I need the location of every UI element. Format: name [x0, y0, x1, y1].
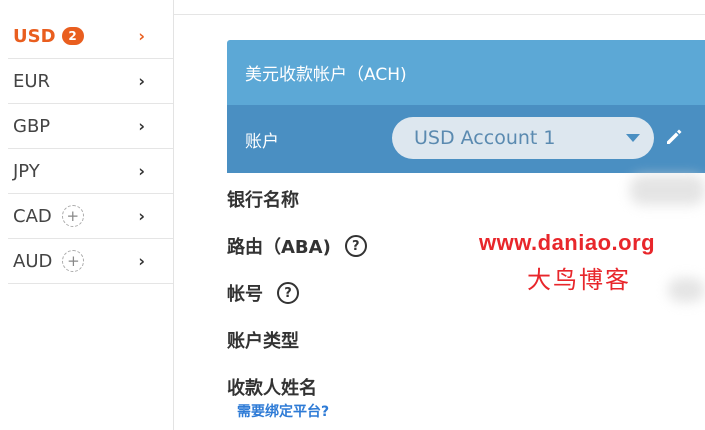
chevron-right-icon: ›	[138, 251, 145, 271]
chevron-right-icon: ›	[138, 161, 145, 181]
currency-code: EUR	[13, 70, 51, 92]
currency-item-usd[interactable]: USD 2 ›	[8, 14, 173, 59]
chevron-right-icon: ›	[138, 71, 145, 91]
field-payee-name: 收款人姓名	[227, 374, 317, 400]
redacted-value	[668, 278, 705, 302]
field-account-type: 账户类型	[227, 327, 299, 353]
bind-platform-link[interactable]: 需要绑定平台?	[237, 401, 329, 421]
watermark-url: www.daniao.org	[479, 230, 656, 255]
card-title: 美元收款帐户（ACH)	[227, 40, 705, 105]
field-routing: 路由（ABA) ?	[227, 233, 367, 259]
account-label: 账户	[245, 131, 279, 152]
account-dropdown[interactable]: USD Account 1	[392, 117, 654, 159]
caret-down-icon	[626, 134, 640, 142]
chevron-right-icon: ›	[138, 116, 145, 136]
currency-code: JPY	[13, 160, 40, 182]
add-circle-icon[interactable]: +	[62, 250, 85, 272]
field-bank-name: 银行名称	[227, 186, 299, 212]
currency-item-cad[interactable]: CAD + ›	[8, 194, 173, 239]
chevron-right-icon: ›	[138, 206, 145, 226]
watermark-name: 大鸟博客	[527, 266, 631, 294]
account-selector-bar: 账户 USD Account 1	[227, 105, 705, 173]
help-icon[interactable]: ?	[277, 282, 299, 304]
field-account-number: 帐号 ?	[227, 280, 299, 306]
field-label: 账户类型	[227, 331, 299, 352]
currency-item-jpy[interactable]: JPY ›	[8, 149, 173, 194]
chevron-right-icon: ›	[138, 26, 145, 46]
account-selected-value: USD Account 1	[414, 127, 556, 149]
help-icon[interactable]: ?	[344, 235, 367, 257]
redacted-value	[630, 175, 705, 205]
currency-sidebar: USD 2 › EUR › GBP › JPY › CAD + › AUD + …	[0, 0, 174, 430]
currency-code: USD	[13, 25, 56, 47]
currency-code: GBP	[13, 115, 51, 137]
currency-item-aud[interactable]: AUD + ›	[8, 239, 173, 284]
field-label: 收款人姓名	[227, 378, 317, 399]
field-label: 银行名称	[227, 190, 299, 211]
pencil-edit-icon[interactable]	[664, 127, 684, 147]
top-divider	[173, 14, 705, 15]
field-label: 帐号	[227, 284, 263, 305]
currency-item-gbp[interactable]: GBP ›	[8, 104, 173, 149]
currency-list: USD 2 › EUR › GBP › JPY › CAD + › AUD + …	[8, 14, 173, 284]
currency-item-eur[interactable]: EUR ›	[8, 59, 173, 104]
add-circle-icon[interactable]: +	[61, 205, 84, 227]
field-label: 路由（ABA)	[227, 237, 331, 258]
count-badge: 2	[61, 27, 84, 45]
currency-code: AUD	[13, 250, 53, 272]
currency-code: CAD	[13, 205, 52, 227]
